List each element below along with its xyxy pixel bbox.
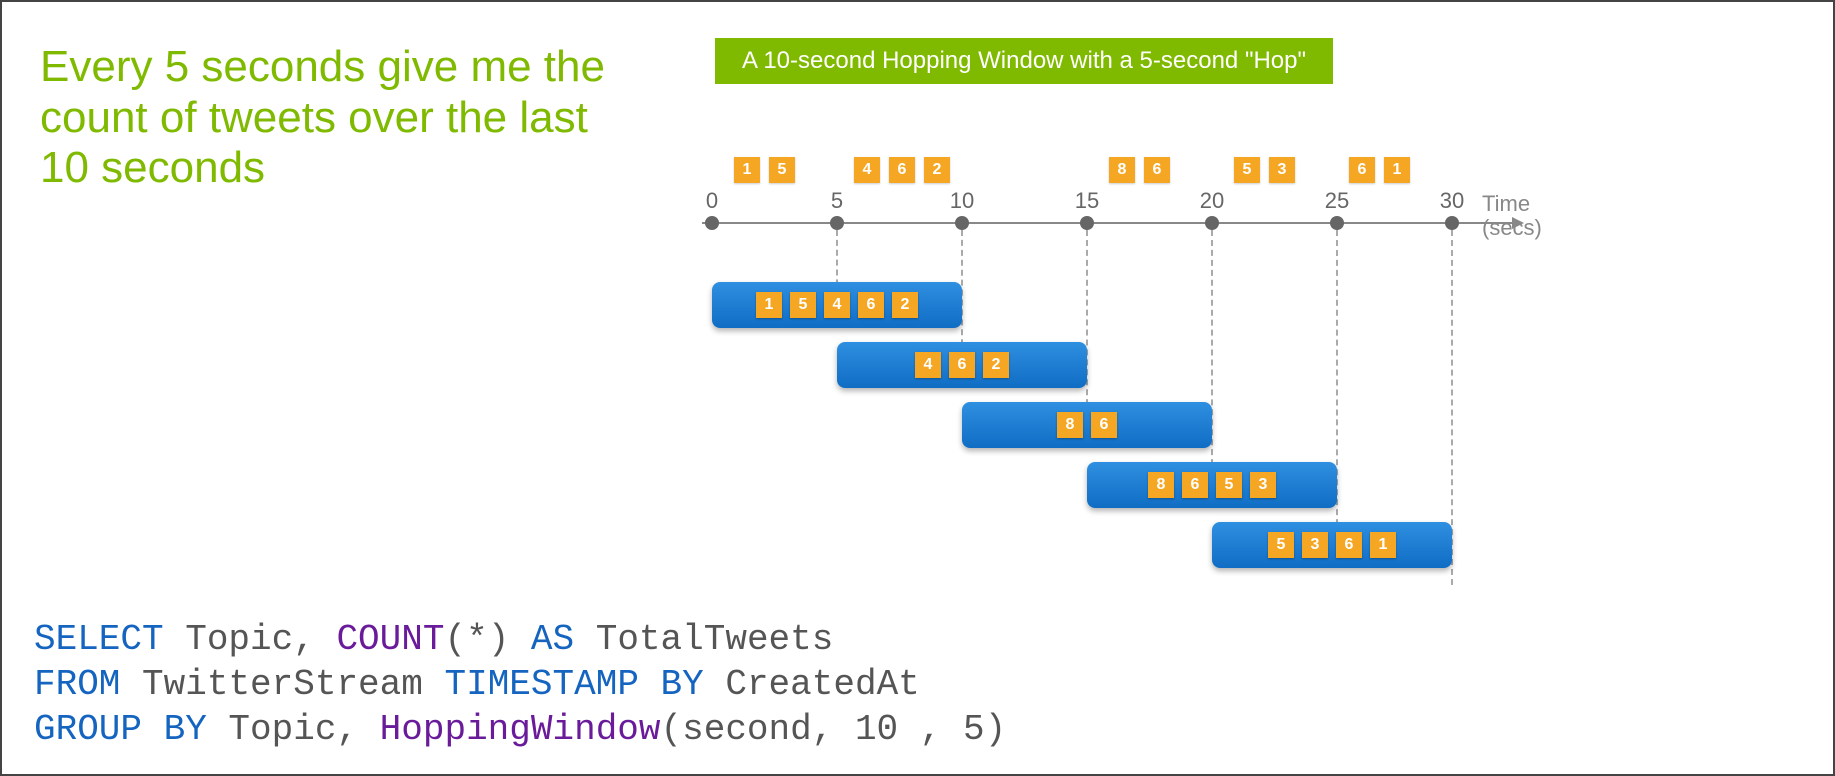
axis-tick [955, 216, 969, 230]
axis-tick [830, 216, 844, 230]
axis-tick [1445, 216, 1459, 230]
kw-group-by: GROUP BY [34, 709, 207, 750]
event-marker: 6 [1349, 157, 1375, 183]
sql-text: (*) [444, 619, 530, 660]
event-marker: 8 [1109, 157, 1135, 183]
axis-tick-label: 25 [1325, 188, 1349, 214]
axis-tick-label: 20 [1200, 188, 1224, 214]
axis-label: Time (secs) [1482, 192, 1542, 240]
window-event-chip: 1 [756, 292, 782, 318]
axis-label-line2: (secs) [1482, 215, 1542, 240]
window-event-chip: 3 [1302, 532, 1328, 558]
description-text: Every 5 seconds give me the count of twe… [40, 42, 640, 194]
event-marker: 2 [924, 157, 950, 183]
event-marker: 6 [1144, 157, 1170, 183]
hopping-window: 86 [962, 402, 1212, 448]
kw-timestamp-by: TIMESTAMP BY [444, 664, 703, 705]
axis-tick-label: 5 [831, 188, 843, 214]
hopping-window: 8653 [1087, 462, 1337, 508]
sql-query: SELECT Topic, COUNT(*) AS TotalTweets FR… [34, 617, 1006, 752]
kw-as: AS [531, 619, 574, 660]
window-event-chip: 6 [858, 292, 884, 318]
window-event-chip: 6 [1182, 472, 1208, 498]
axis-tick [705, 216, 719, 230]
sql-text: TotalTweets [574, 619, 833, 660]
axis-tick [1205, 216, 1219, 230]
event-marker: 5 [1234, 157, 1260, 183]
window-boundary-line [1336, 230, 1338, 555]
event-marker: 1 [1384, 157, 1410, 183]
window-event-chip: 6 [949, 352, 975, 378]
axis-tick-label: 15 [1075, 188, 1099, 214]
axis-label-line1: Time [1482, 191, 1530, 216]
window-event-chip: 5 [1268, 532, 1294, 558]
axis-tick [1330, 216, 1344, 230]
window-event-chip: 5 [790, 292, 816, 318]
sql-text: TwitterStream [120, 664, 444, 705]
kw-select: SELECT [34, 619, 164, 660]
event-marker: 3 [1269, 157, 1295, 183]
fn-hoppingwindow: HoppingWindow [380, 709, 661, 750]
window-event-chip: 1 [1370, 532, 1396, 558]
event-marker: 5 [769, 157, 795, 183]
time-axis [702, 222, 1512, 224]
window-event-chip: 6 [1336, 532, 1362, 558]
window-event-chip: 4 [824, 292, 850, 318]
window-event-chip: 2 [892, 292, 918, 318]
kw-from: FROM [34, 664, 120, 705]
event-marker: 4 [854, 157, 880, 183]
axis-tick-label: 10 [950, 188, 974, 214]
window-event-chip: 4 [915, 352, 941, 378]
hopping-window: 5361 [1212, 522, 1452, 568]
sql-text: Topic, [164, 619, 337, 660]
window-boundary-line [1211, 230, 1213, 495]
sql-text: CreatedAt [704, 664, 920, 705]
sql-text: Topic, [207, 709, 380, 750]
window-event-chip: 2 [983, 352, 1009, 378]
window-event-chip: 5 [1216, 472, 1242, 498]
axis-tick-label: 0 [706, 188, 718, 214]
window-event-chip: 8 [1057, 412, 1083, 438]
sql-text: (second, 10 , 5) [661, 709, 1007, 750]
hopping-window: 462 [837, 342, 1087, 388]
axis-tick [1080, 216, 1094, 230]
window-event-chip: 6 [1091, 412, 1117, 438]
hopping-window-diagram: Time (secs) 0510152025301546286536115462… [702, 142, 1512, 602]
axis-tick-label: 30 [1440, 188, 1464, 214]
event-marker: 1 [734, 157, 760, 183]
diagram-title-bar: A 10-second Hopping Window with a 5-seco… [715, 38, 1333, 84]
hopping-window: 15462 [712, 282, 962, 328]
window-event-chip: 8 [1148, 472, 1174, 498]
event-marker: 6 [889, 157, 915, 183]
fn-count: COUNT [336, 619, 444, 660]
slide-frame: Every 5 seconds give me the count of twe… [0, 0, 1835, 776]
window-event-chip: 3 [1250, 472, 1276, 498]
